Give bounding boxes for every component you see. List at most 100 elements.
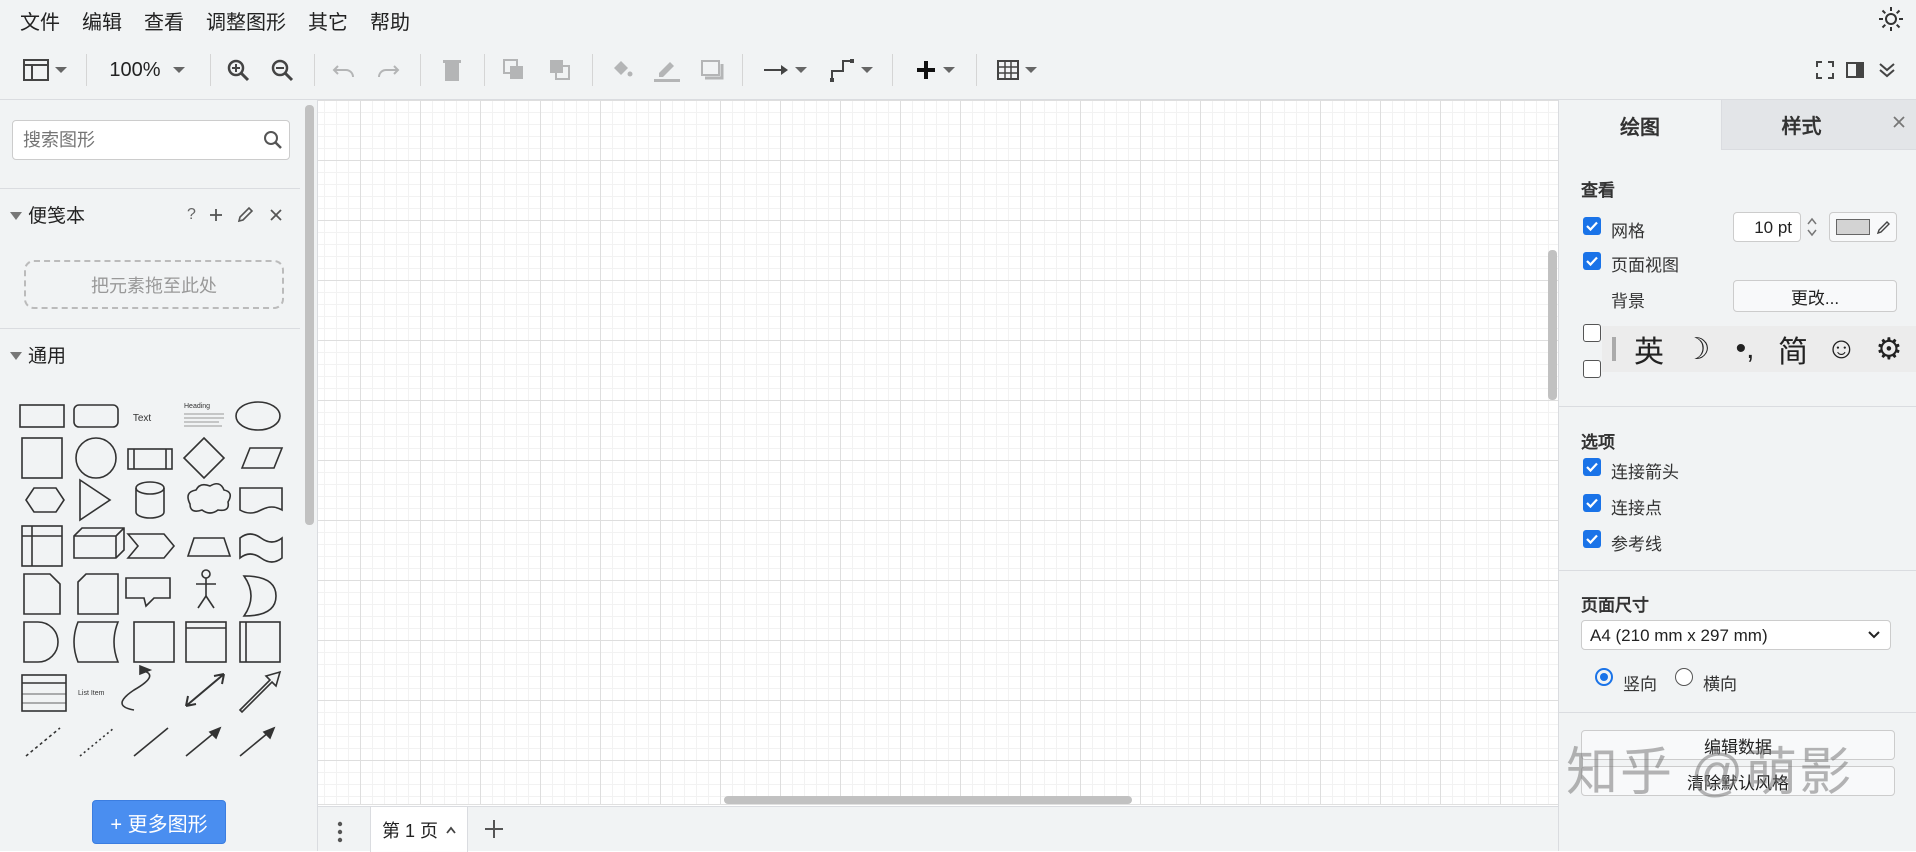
insert-button[interactable] — [910, 54, 960, 86]
shape-internal-storage — [21, 525, 63, 567]
undo-button[interactable] — [330, 54, 358, 86]
ime-punctuation-icon[interactable]: •, — [1730, 332, 1760, 366]
waypoint-style-button[interactable] — [826, 54, 876, 86]
zoom-in-button[interactable] — [224, 54, 252, 86]
ime-moon-icon[interactable]: ☽ — [1682, 332, 1712, 367]
ime-drag-handle[interactable] — [1612, 337, 1616, 361]
edit-pencil-icon[interactable] — [236, 206, 254, 224]
more-shapes-button[interactable]: + 更多图形 — [92, 800, 226, 844]
close-panel-icon[interactable] — [1892, 115, 1906, 129]
menu-file[interactable]: 文件 — [20, 6, 60, 35]
landscape-radio[interactable] — [1675, 668, 1693, 686]
sidebar-scrollbar[interactable] — [305, 105, 314, 525]
paper-size-value: A4 (210 mm x 297 mm) — [1590, 626, 1768, 645]
toolbar: 100% — [0, 40, 1916, 100]
menu-arrange[interactable]: 调整图形 — [206, 6, 286, 35]
connection-arrows-checkbox[interactable] — [1583, 458, 1601, 476]
change-background-button[interactable]: 更改... — [1733, 280, 1897, 312]
shape-square-2 — [133, 621, 175, 663]
grid-size-input[interactable]: 10 pt — [1733, 212, 1801, 242]
ime-emoji-icon[interactable]: ☺ — [1826, 332, 1857, 366]
shape-cloud — [187, 482, 232, 514]
undo-icon — [332, 65, 354, 78]
page-tab-label: 第 1 页 — [381, 820, 438, 841]
canvas-horizontal-scrollbar[interactable] — [724, 796, 1132, 804]
page-view-checkbox[interactable] — [1583, 252, 1601, 270]
menu-view[interactable]: 查看 — [144, 6, 184, 35]
tab-diagram[interactable]: 绘图 — [1559, 100, 1721, 150]
canvas-vertical-scrollbar[interactable] — [1548, 250, 1557, 400]
guides-label: 参考线 — [1611, 535, 1662, 554]
shape-trapezoid — [186, 537, 232, 557]
chevron-up-icon — [446, 826, 456, 834]
scratchpad-drop-zone[interactable]: 把元素拖至此处 — [24, 260, 284, 309]
shape-data-storage — [73, 621, 120, 663]
watermark: 知乎 @萌影 — [1566, 744, 1854, 802]
shape-heading: Heading — [184, 403, 210, 410]
to-front-button[interactable] — [500, 54, 528, 86]
trash-icon — [443, 60, 461, 81]
zoom-dropdown[interactable]: 100% — [104, 54, 190, 86]
ime-toolbar: 英 ☽ •, 简 ☺ ⚙ — [1602, 326, 1916, 372]
table-button[interactable] — [992, 54, 1042, 86]
fullscreen-icon — [1816, 61, 1834, 79]
ime-simplified-toggle[interactable]: 简 — [1778, 327, 1808, 371]
plus-icon — [917, 61, 935, 79]
sketch-checkbox[interactable] — [1583, 360, 1601, 378]
shape-document — [239, 487, 283, 514]
shape-circle — [75, 437, 117, 479]
fullscreen-button[interactable] — [1812, 54, 1838, 86]
connection-arrows-label: 连接箭头 — [1611, 463, 1679, 482]
add-page-icon[interactable] — [484, 819, 504, 839]
connection-style-button[interactable] — [760, 54, 810, 86]
format-panel-toggle[interactable] — [1842, 54, 1868, 86]
paint-bucket-icon — [614, 61, 633, 77]
redo-button[interactable] — [374, 54, 402, 86]
shape-library[interactable]: Text Heading List Item — [14, 392, 294, 782]
menu-edit[interactable]: 编辑 — [82, 6, 122, 35]
paper-size-select[interactable]: A4 (210 mm x 297 mm) — [1581, 620, 1891, 650]
grid-checkbox[interactable] — [1583, 217, 1601, 235]
shape-diamond — [182, 436, 226, 480]
page-menu-icon[interactable] — [337, 821, 343, 843]
add-icon[interactable] — [208, 207, 224, 223]
page-view-label: 页面视图 — [1611, 256, 1679, 275]
to-back-button[interactable] — [546, 54, 574, 86]
view-toggle-button[interactable] — [18, 54, 72, 86]
grid-color-button[interactable] — [1829, 212, 1897, 242]
shape-list-item: List Item — [78, 690, 105, 697]
to-back-icon — [550, 60, 570, 80]
portrait-radio[interactable] — [1595, 668, 1613, 686]
line-color-button[interactable] — [652, 54, 682, 86]
delete-button[interactable] — [438, 54, 466, 86]
shapes-sidebar: 便笺本 ? 把元素拖至此处 通用 Text Heading — [0, 100, 318, 851]
guides-checkbox[interactable] — [1583, 530, 1601, 548]
arrow-right-icon — [764, 65, 788, 75]
connection-points-checkbox[interactable] — [1583, 494, 1601, 512]
scratchpad-header[interactable]: 便笺本 ? — [0, 188, 300, 240]
shape-triangle — [79, 478, 112, 522]
eyedropper-icon — [1876, 221, 1890, 235]
scratchpad-help-icon[interactable]: ? — [187, 206, 196, 224]
general-shapes-header[interactable]: 通用 — [0, 328, 300, 380]
ime-language-toggle[interactable]: 英 — [1634, 327, 1664, 371]
grid-size-stepper-icon[interactable] — [1805, 214, 1819, 240]
zoom-out-button[interactable] — [268, 54, 296, 86]
close-icon[interactable] — [268, 207, 284, 223]
grid-label: 网格 — [1611, 222, 1645, 241]
search-shapes-input[interactable] — [12, 120, 290, 160]
shadow-checkbox[interactable] — [1583, 324, 1601, 342]
shadow-button[interactable] — [698, 54, 726, 86]
ime-settings-icon[interactable]: ⚙ — [1874, 332, 1904, 367]
fill-color-button[interactable] — [608, 54, 636, 86]
options-section-heading: 选项 — [1581, 433, 1615, 452]
search-icon[interactable] — [263, 130, 283, 150]
tab-style[interactable]: 样式 — [1721, 100, 1881, 150]
sun-icon[interactable] — [1878, 6, 1904, 32]
menu-extras[interactable]: 其它 — [308, 6, 348, 35]
collapse-toolbar-button[interactable] — [1874, 54, 1900, 86]
drawing-canvas[interactable] — [318, 100, 1558, 805]
shape-square — [21, 437, 63, 479]
menu-help[interactable]: 帮助 — [370, 6, 410, 35]
page-tab[interactable]: 第 1 页 — [370, 807, 468, 852]
